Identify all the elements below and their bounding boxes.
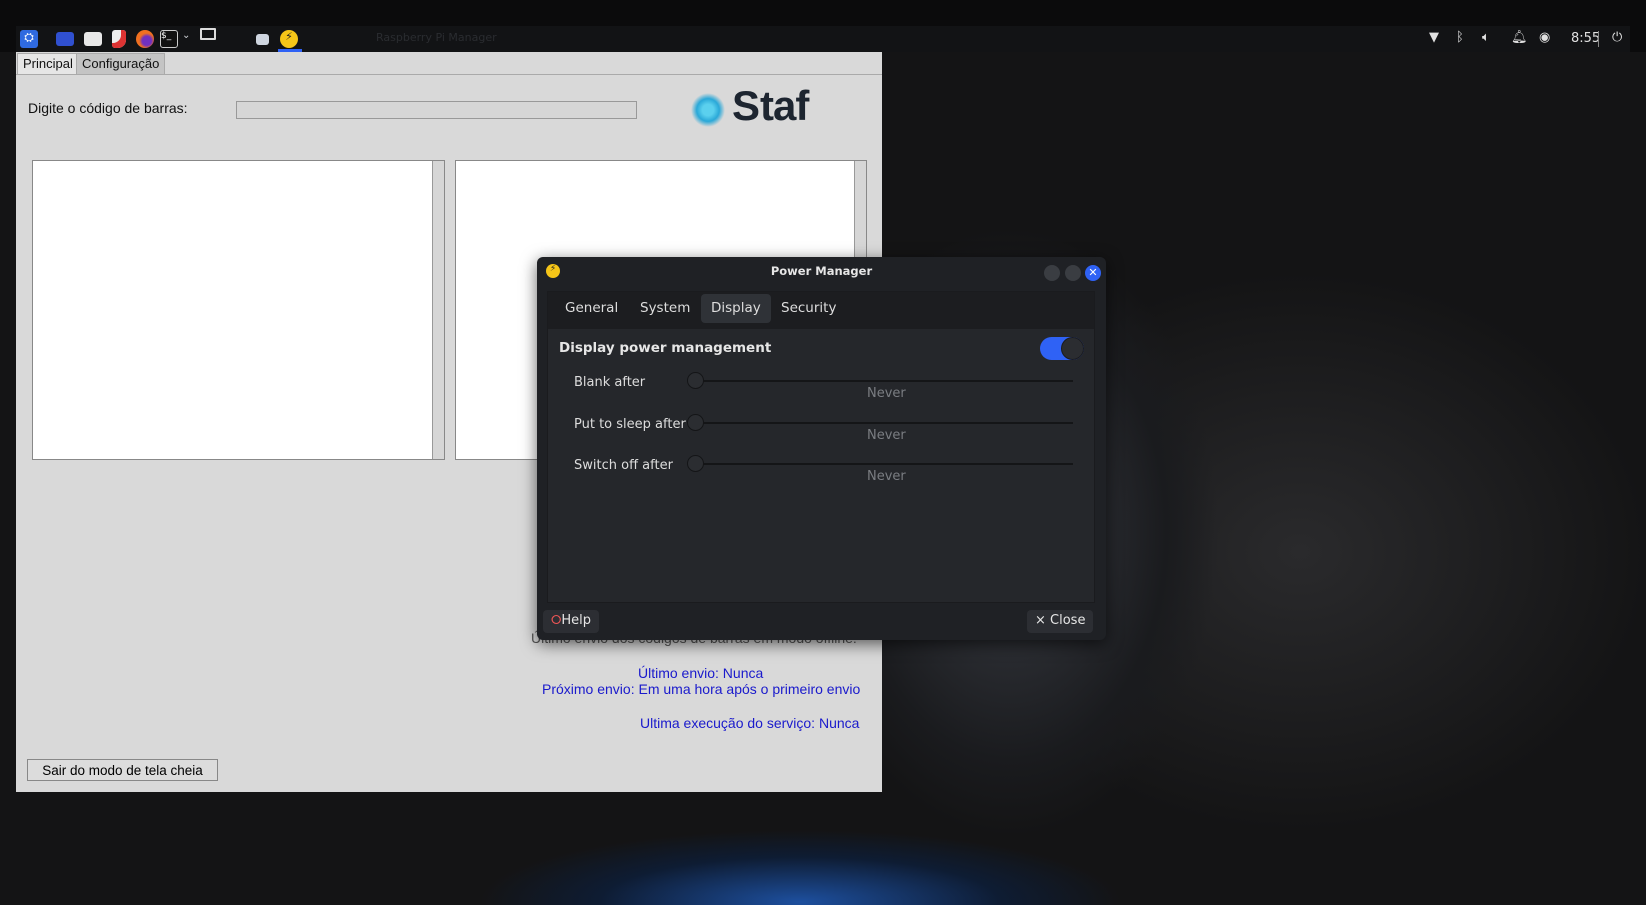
logout-icon[interactable]: ⏻: [1612, 30, 1622, 45]
blank-after-slider[interactable]: [694, 380, 1073, 382]
window-title[interactable]: Raspberry Pi Manager: [376, 31, 497, 44]
file-manager-icon[interactable]: [84, 32, 102, 46]
barcode-list-left[interactable]: [32, 160, 445, 460]
close-label: Close: [1050, 613, 1086, 628]
switch-off-after-value: Never: [867, 469, 906, 484]
slider-handle[interactable]: [687, 372, 704, 389]
lifebuoy-icon: ⭘: [551, 613, 562, 628]
tab-principal[interactable]: Principal: [17, 53, 79, 74]
staf-logo: Staf: [688, 82, 840, 134]
sleep-after-slider[interactable]: [694, 422, 1073, 424]
taskbar: ⛭ $_ ⌄ ⚡ Raspberry Pi Manager ▼ ᛒ 🔈︎ 🔔︎ …: [16, 26, 1630, 52]
minimize-button[interactable]: [1044, 265, 1060, 281]
chevron-down-icon[interactable]: ⌄: [182, 30, 190, 41]
last-run-text: Ultima execução do serviço: Nunca: [640, 715, 860, 731]
close-icon: ×: [1035, 613, 1051, 628]
clock[interactable]: 8:55: [1571, 31, 1600, 46]
tab-security[interactable]: Security: [771, 294, 846, 323]
blank-after-label: Blank after: [574, 375, 646, 390]
tab-system[interactable]: System: [630, 294, 700, 323]
power-manager-dialog: ⚡ Power Manager ✕ General System Display…: [537, 257, 1106, 640]
volume-icon[interactable]: 🔈︎: [1482, 30, 1490, 45]
tab-configuracao[interactable]: Configuração: [76, 53, 166, 74]
window-list-icon[interactable]: [256, 34, 269, 45]
help-label: Help: [561, 613, 592, 628]
exit-fullscreen-button[interactable]: Sair do modo de tela cheia: [27, 759, 218, 781]
switch-off-after-slider[interactable]: [694, 463, 1073, 465]
dpm-label: Display power management: [559, 340, 772, 356]
barcode-label: Digite o código de barras:: [28, 100, 188, 116]
barcode-input[interactable]: [236, 101, 637, 119]
maximize-button[interactable]: [1065, 265, 1081, 281]
terminal-icon[interactable]: $_: [160, 30, 178, 48]
sleep-after-value: Never: [867, 428, 906, 443]
next-send-text: Próximo envio: Em uma hora após o primei…: [542, 681, 861, 697]
notebook-panel: [547, 291, 1095, 603]
dpm-toggle[interactable]: [1040, 337, 1084, 360]
blank-after-value: Never: [867, 386, 906, 401]
tab-general[interactable]: General: [555, 294, 628, 323]
slider-handle[interactable]: [687, 455, 704, 472]
close-window-button[interactable]: ✕: [1085, 265, 1101, 281]
wifi-icon[interactable]: ▼: [1429, 30, 1439, 45]
workspace-icon[interactable]: [200, 28, 216, 40]
notification-icon[interactable]: 🔔︎: [1511, 30, 1528, 45]
switch-off-after-label: Switch off after: [574, 458, 673, 473]
kali-menu-icon[interactable]: ⛭: [20, 30, 38, 48]
firefox-icon[interactable]: [136, 30, 154, 48]
desktop-icon[interactable]: [56, 32, 74, 46]
sleep-after-label: Put to sleep after: [574, 417, 686, 432]
last-send-text: Último envio: Nunca: [638, 665, 764, 681]
help-button[interactable]: ⭘Help: [543, 610, 600, 633]
separator: [1598, 31, 1599, 47]
power-manager-task-icon[interactable]: ⚡: [280, 30, 298, 48]
tab-display[interactable]: Display: [701, 294, 771, 323]
tab-divider: [16, 74, 882, 75]
scrollbar[interactable]: [432, 161, 444, 459]
dialog-title: Power Manager: [770, 264, 873, 278]
text-editor-icon[interactable]: [112, 30, 126, 48]
slider-handle[interactable]: [687, 414, 704, 431]
power-icon[interactable]: ◉: [1539, 30, 1550, 45]
bluetooth-icon[interactable]: ᛒ: [1456, 30, 1464, 45]
close-button[interactable]: × Close: [1027, 610, 1094, 633]
